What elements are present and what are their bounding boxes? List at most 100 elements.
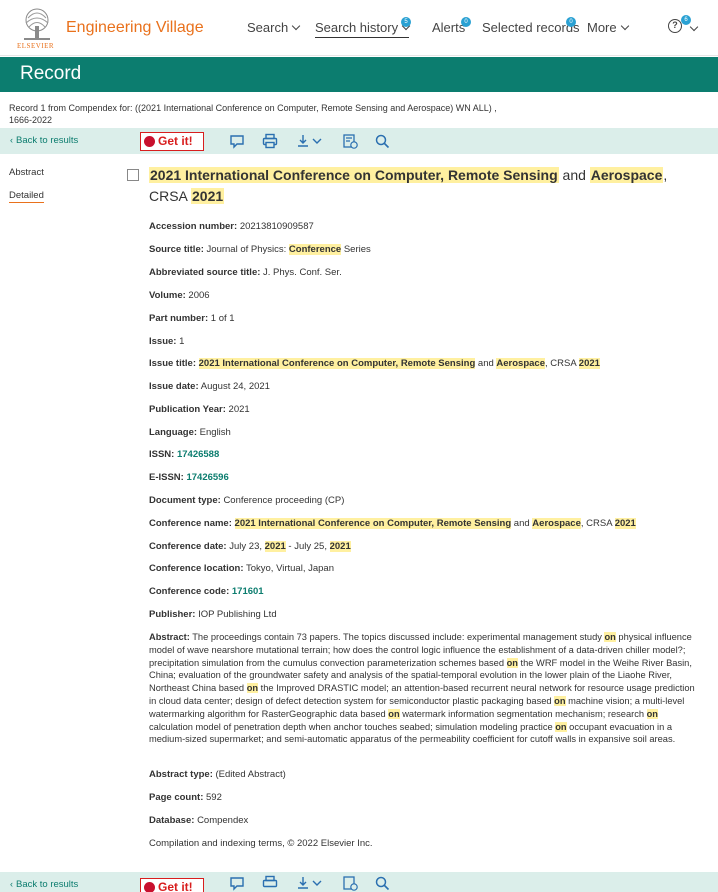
- abstract-highlight: on: [554, 695, 566, 706]
- field-highlight: 2021: [264, 541, 286, 552]
- search-history-badge: 5: [401, 17, 411, 27]
- field-abstract: Abstract: The proceedings contain 73 pap…: [149, 631, 697, 746]
- nav-search-history[interactable]: Search history: [315, 20, 411, 38]
- field-value: 2021: [228, 404, 250, 415]
- page-title: Record: [20, 63, 82, 84]
- comment-icon[interactable]: [229, 875, 245, 891]
- selected-records-badge: 0: [566, 17, 576, 27]
- action-bar-top: ‹ Back to results Get it!: [0, 128, 718, 154]
- field-value: 1 of 1: [210, 313, 235, 324]
- field-label: Conference name:: [149, 518, 232, 529]
- download-icon[interactable]: [296, 133, 324, 149]
- field-highlight: 2021: [578, 358, 600, 369]
- field-issue-title: Issue title: 2021 International Conferen…: [149, 358, 600, 369]
- help-icon[interactable]: ?: [668, 19, 682, 33]
- field-value: Compendex: [197, 815, 249, 826]
- field-label: Conference date:: [149, 541, 227, 552]
- field-label: Publisher:: [149, 609, 196, 620]
- abstract-text: watermark information segmentation mecha…: [399, 708, 647, 719]
- sidenav-detailed[interactable]: Detailed: [9, 190, 44, 203]
- field-conference-date: Conference date: July 23, 2021 - July 25…: [149, 541, 351, 552]
- back-to-results-link-bottom[interactable]: ‹ Back to results: [10, 879, 78, 890]
- top-bar: ELSEVIER Engineering Village Search Sear…: [0, 0, 718, 56]
- field-publication-year: Publication Year: 2021: [149, 404, 250, 415]
- page-header: Record: [0, 57, 718, 92]
- field-conference-code: Conference code: 171601: [149, 586, 264, 597]
- nav-search-label: Search: [247, 20, 289, 35]
- abstract-text: The proceedings contain 73 papers. The t…: [192, 632, 605, 642]
- field-part-number: Part number: 1 of 1: [149, 313, 235, 324]
- more-menu-icon[interactable]: ⋮: [713, 19, 718, 36]
- search-icon[interactable]: [374, 875, 390, 891]
- elsevier-tree-logo[interactable]: [20, 8, 54, 42]
- getit-label: Get it!: [158, 880, 193, 892]
- field-value: Journal of Physics:: [206, 244, 289, 255]
- issn-link[interactable]: 17426588: [177, 449, 219, 460]
- field-label: Conference location:: [149, 563, 244, 574]
- nav-selected-records[interactable]: Selected records: [482, 20, 580, 35]
- copyright-note: Compilation and indexing terms, © 2022 E…: [149, 838, 373, 849]
- field-value: 2006: [188, 290, 210, 301]
- title-part-2: and: [558, 167, 590, 183]
- field-label: E-ISSN:: [149, 472, 184, 483]
- field-label: Language:: [149, 427, 198, 438]
- chevron-down-icon[interactable]: [689, 22, 699, 32]
- alerts-badge: 0: [461, 17, 471, 27]
- field-database: Database: Compendex: [149, 815, 248, 826]
- getit-seal-icon: [144, 136, 155, 147]
- field-document-type: Document type: Conference proceeding (CP…: [149, 495, 344, 506]
- nav-more-label: More: [587, 20, 617, 35]
- print-icon[interactable]: [262, 875, 278, 891]
- nav-more[interactable]: More: [587, 20, 629, 35]
- conference-code-link[interactable]: 171601: [232, 586, 264, 597]
- help-badge: 6: [681, 15, 691, 25]
- field-label: Issue:: [149, 336, 177, 347]
- field-highlight: Aerospace: [532, 518, 581, 529]
- select-record-checkbox[interactable]: [127, 169, 139, 181]
- field-label: Database:: [149, 815, 195, 826]
- nav-search[interactable]: Search: [247, 20, 301, 35]
- chevron-left-icon: ‹: [10, 879, 13, 889]
- field-conference-location: Conference location: Tokyo, Virtual, Jap…: [149, 563, 334, 574]
- title-part-5: 2021: [191, 188, 225, 204]
- field-publisher: Publisher: IOP Publishing Ltd: [149, 609, 277, 620]
- field-label: Issue title:: [149, 358, 196, 369]
- nav-search-history-label: Search history: [315, 20, 399, 35]
- field-value: Conference proceeding (CP): [223, 495, 345, 506]
- get-it-button-bottom[interactable]: Get it!: [140, 878, 204, 892]
- download-icon[interactable]: [296, 875, 324, 891]
- field-conference-name: Conference name: 2021 International Conf…: [149, 518, 636, 529]
- save-to-folder-icon[interactable]: [342, 875, 358, 891]
- search-icon[interactable]: [374, 133, 390, 149]
- field-label: Abstract type:: [149, 769, 213, 780]
- field-value: , CRSA: [580, 518, 615, 529]
- field-label: Volume:: [149, 290, 186, 301]
- save-to-folder-icon[interactable]: [342, 133, 358, 149]
- field-value: - July 25,: [285, 541, 330, 552]
- field-eissn: E-ISSN: 17426596: [149, 472, 229, 483]
- field-label: ISSN:: [149, 449, 175, 460]
- sidenav-abstract[interactable]: Abstract: [9, 167, 44, 178]
- field-value: 1: [179, 336, 185, 347]
- field-value: (Edited Abstract): [215, 769, 286, 780]
- get-it-button[interactable]: Get it!: [140, 132, 204, 151]
- abstract-highlight: on: [246, 683, 259, 694]
- field-value: 20213810909587: [239, 221, 314, 232]
- action-bar-bottom: ‹ Back to results Get it!: [0, 872, 718, 892]
- abstract-highlight: on: [646, 708, 658, 719]
- back-to-results-link[interactable]: ‹ Back to results: [10, 135, 78, 146]
- brand-name[interactable]: Engineering Village: [66, 19, 204, 37]
- field-label: Page count:: [149, 792, 204, 803]
- field-value: English: [199, 427, 231, 438]
- field-abbreviated-source-title: Abbreviated source title: J. Phys. Conf.…: [149, 267, 342, 278]
- abstract-highlight: on: [388, 708, 400, 719]
- field-label: Abstract:: [149, 632, 190, 642]
- title-part-3: Aerospace: [589, 167, 664, 183]
- print-icon[interactable]: [262, 133, 278, 149]
- field-label: Source title:: [149, 244, 204, 255]
- eissn-link[interactable]: 17426596: [186, 472, 228, 483]
- field-value: 592: [206, 792, 222, 803]
- record-sidenav: Abstract Detailed: [9, 167, 44, 215]
- field-label: Accession number:: [149, 221, 238, 232]
- comment-icon[interactable]: [229, 133, 245, 149]
